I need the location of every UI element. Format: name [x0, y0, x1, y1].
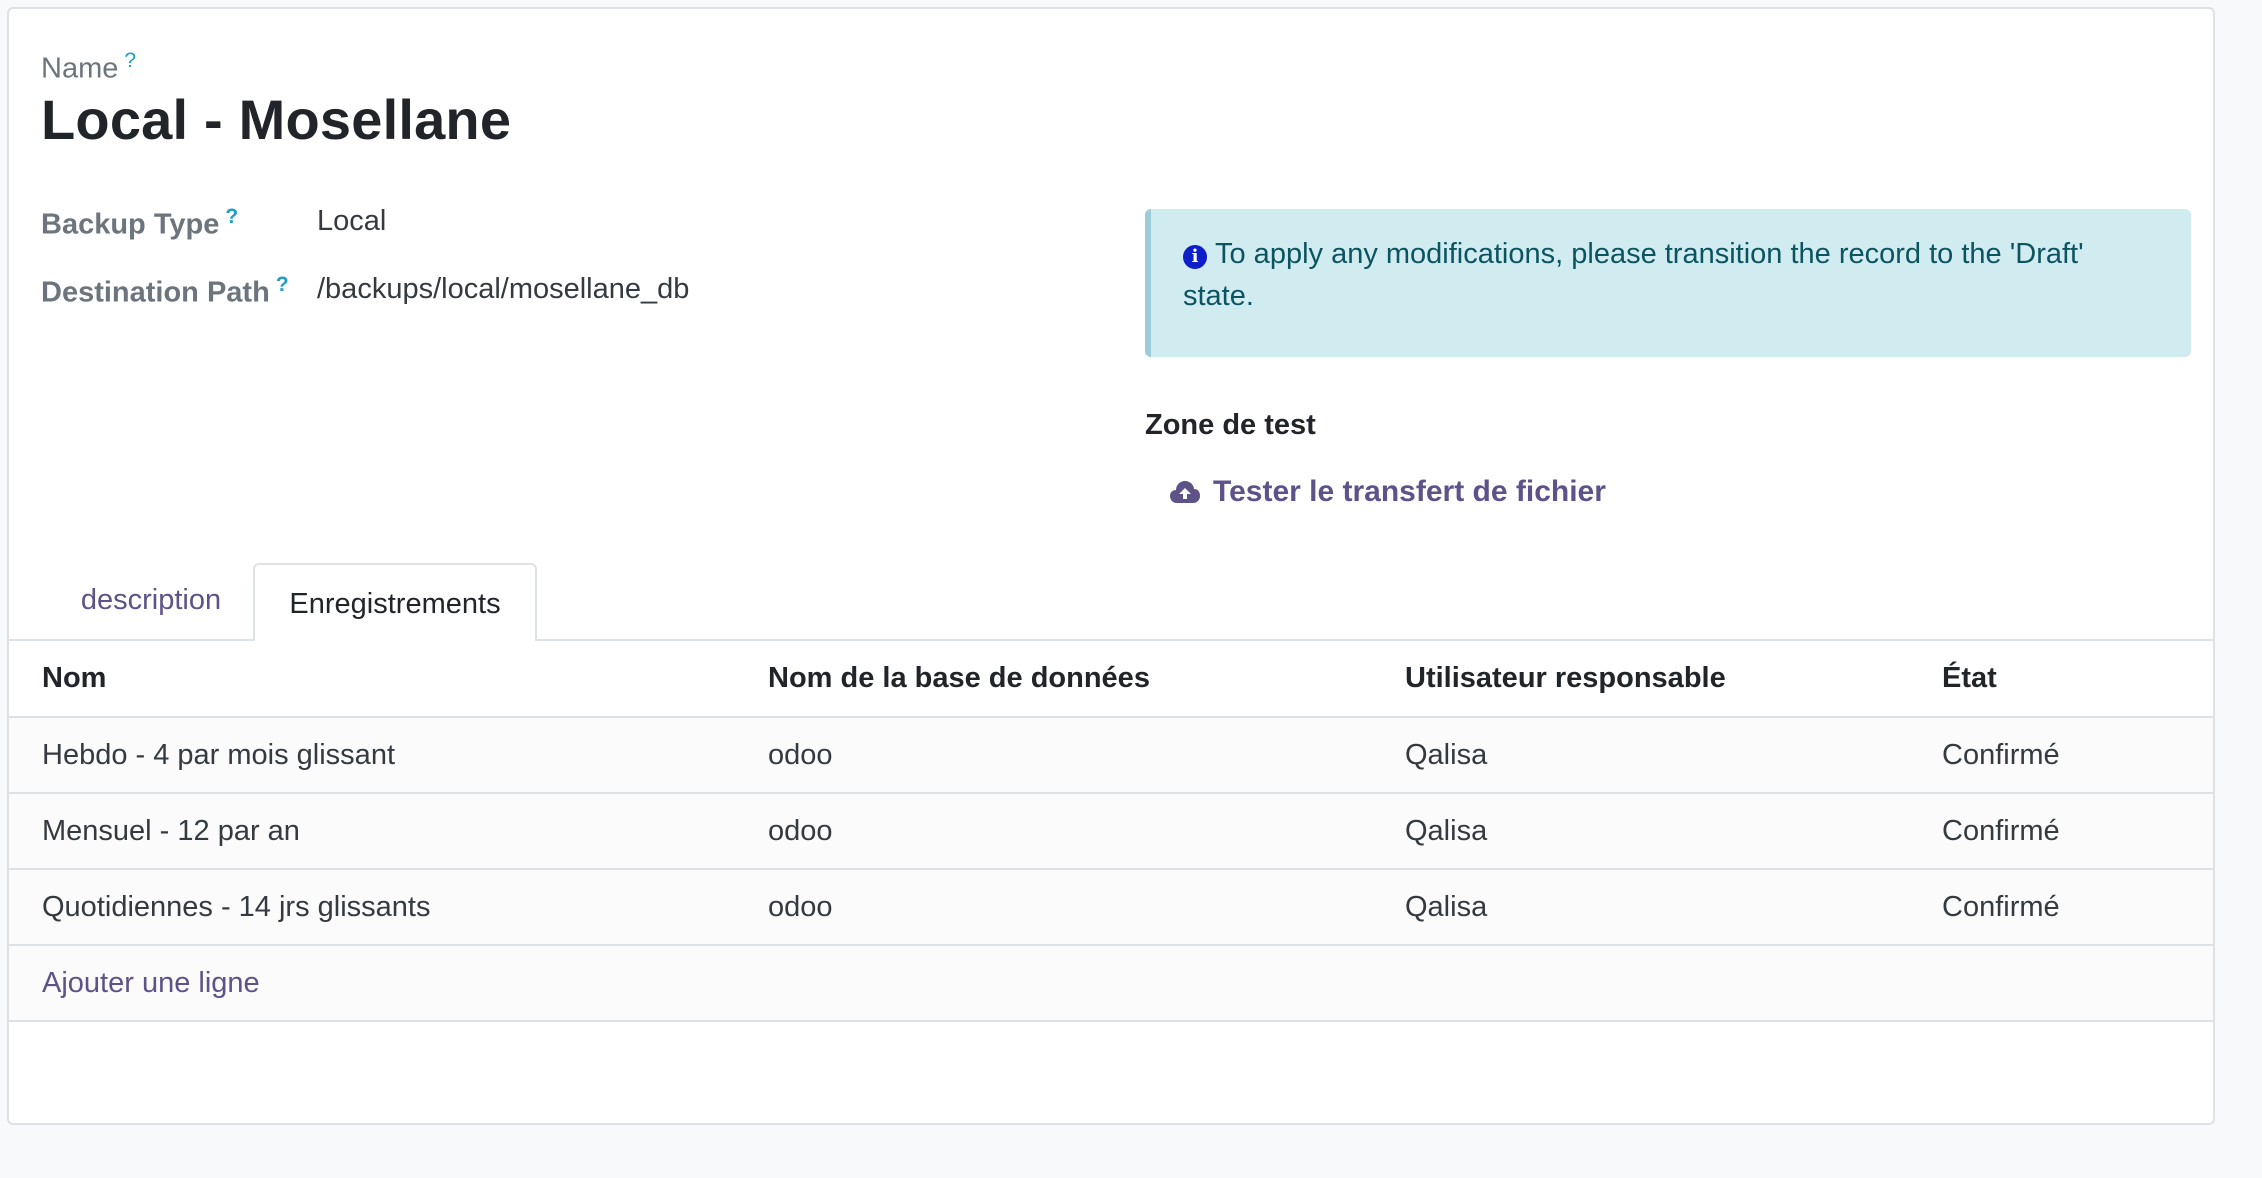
tab-description[interactable]: description	[49, 561, 253, 639]
help-tooltip-icon[interactable]: ?	[124, 49, 136, 72]
cell-state: Confirmé	[1909, 717, 2213, 794]
column-header-state[interactable]: État	[1909, 641, 2213, 718]
column-header-nom[interactable]: Nom	[9, 641, 735, 718]
column-header-user[interactable]: Utilisateur responsable	[1372, 641, 1909, 718]
cell-user: Qalisa	[1372, 793, 1909, 870]
cloud-upload-icon	[1170, 481, 1200, 503]
table-row[interactable]: Mensuel - 12 par an odoo Qalisa Confirmé	[9, 793, 2213, 870]
tab-enregistrements[interactable]: Enregistrements	[253, 563, 537, 641]
name-label: Name?	[41, 49, 137, 85]
cell-database: odoo	[735, 793, 1372, 870]
add-line-row: Ajouter une ligne	[9, 945, 2213, 1022]
cell-name: Mensuel - 12 par an	[9, 793, 735, 870]
test-file-transfer-button[interactable]: Tester le transfert de fichier	[1169, 475, 1606, 509]
table-row[interactable]: Quotidiennes - 14 jrs glissants odoo Qal…	[9, 869, 2213, 946]
cell-user: Qalisa	[1372, 717, 1909, 794]
cell-state: Confirmé	[1909, 869, 2213, 946]
form-sheet: Name? Local - Mosellane Backup Type? Loc…	[7, 7, 2215, 1125]
backup-type-value[interactable]: Local	[317, 205, 386, 238]
cell-database: odoo	[735, 869, 1372, 946]
records-table: Nom Nom de la base de données Utilisateu…	[9, 641, 2213, 1022]
add-line-link[interactable]: Ajouter une ligne	[9, 945, 2213, 1022]
cell-user: Qalisa	[1372, 869, 1909, 946]
cell-database: odoo	[735, 717, 1372, 794]
help-tooltip-icon[interactable]: ?	[276, 273, 289, 296]
destination-path-value[interactable]: /backups/local/mosellane_db	[317, 273, 689, 306]
test-file-transfer-label: Tester le transfert de fichier	[1213, 475, 1606, 508]
backup-type-label: Backup Type?	[41, 205, 239, 241]
info-alert: i To apply any modifications, please tran…	[1145, 209, 2191, 357]
alert-text: To apply any modifications, please trans…	[1183, 238, 2084, 312]
table-header-row: Nom Nom de la base de données Utilisateu…	[9, 641, 2213, 718]
record-title[interactable]: Local - Mosellane	[41, 87, 511, 152]
cell-state: Confirmé	[1909, 793, 2213, 870]
column-header-database[interactable]: Nom de la base de données	[735, 641, 1372, 718]
table-row[interactable]: Hebdo - 4 par mois glissant odoo Qalisa …	[9, 717, 2213, 794]
cell-name: Hebdo - 4 par mois glissant	[9, 717, 735, 794]
destination-path-label: Destination Path?	[41, 273, 289, 309]
help-tooltip-icon[interactable]: ?	[225, 205, 238, 228]
info-circle-icon: i	[1183, 245, 1207, 269]
test-zone-title: Zone de test	[1145, 409, 1316, 441]
cell-name: Quotidiennes - 14 jrs glissants	[9, 869, 735, 946]
